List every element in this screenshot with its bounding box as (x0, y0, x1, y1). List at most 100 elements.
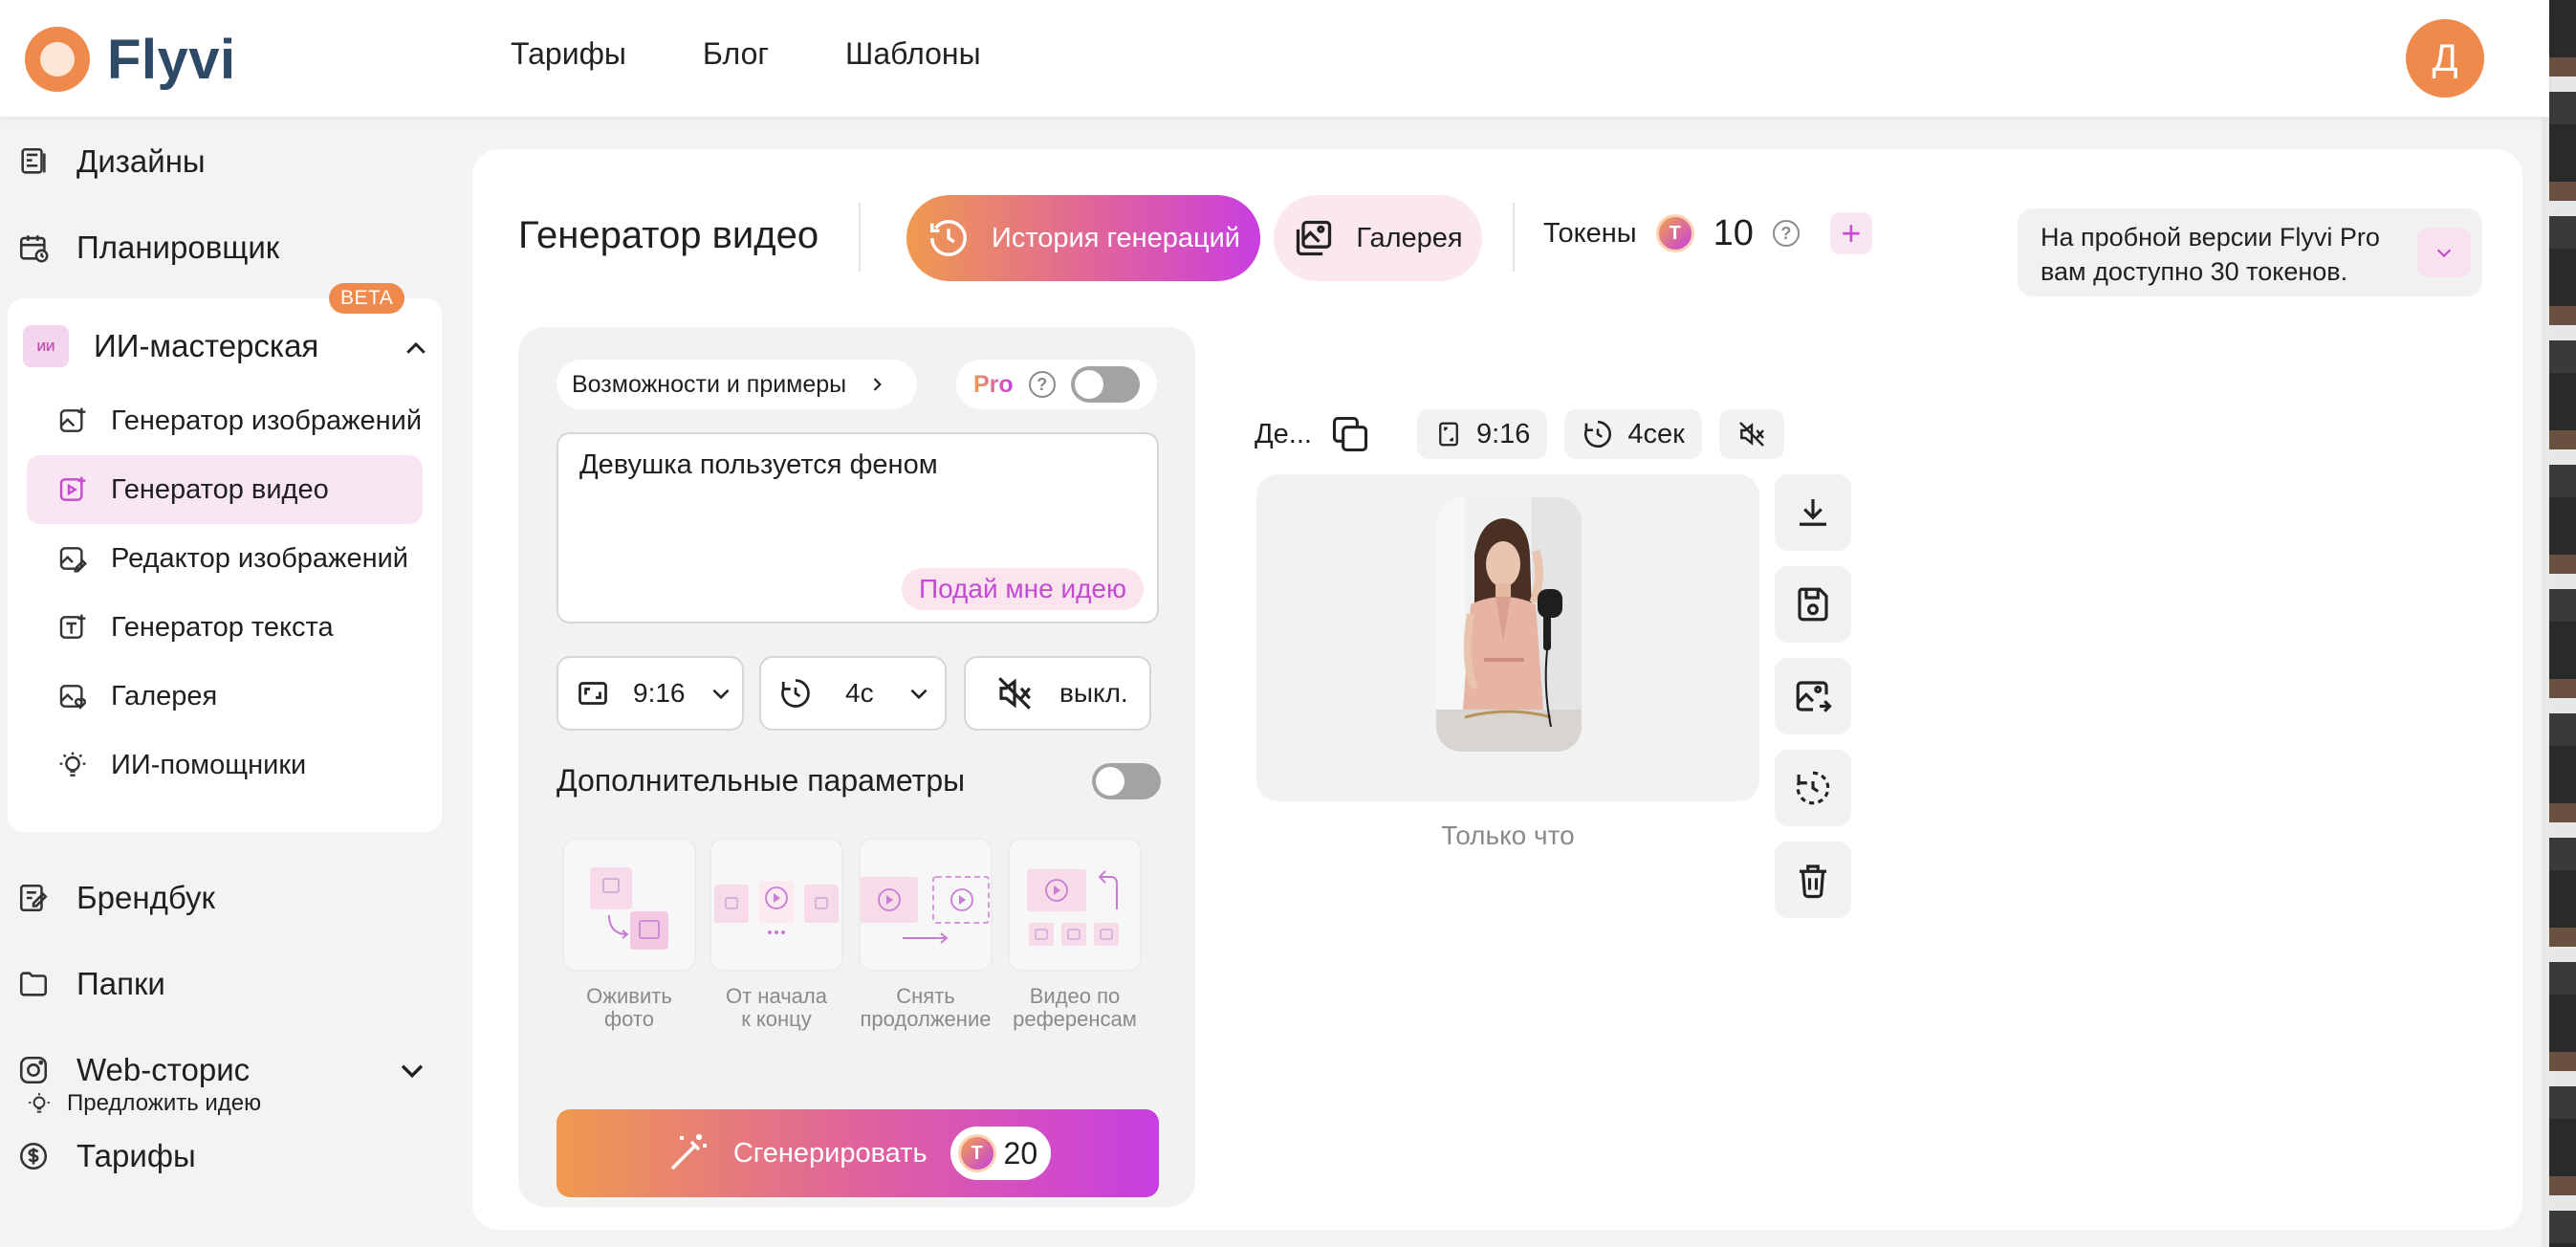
delete-button[interactable] (1775, 842, 1851, 918)
history-restore-button[interactable] (1775, 750, 1851, 826)
sidebar-item-planner[interactable]: Планировщик (17, 230, 279, 266)
sidebar-item-gallery[interactable]: Галерея (27, 662, 423, 731)
help-icon[interactable]: ? (1028, 371, 1056, 398)
mode-reference-video[interactable]: Видео по референсам (1008, 838, 1142, 1031)
result-time: Только что (1441, 820, 1575, 850)
clock-icon (1584, 420, 1612, 448)
mode-continuation[interactable]: Снять продолжение (859, 838, 993, 1031)
image-export-icon (1796, 681, 1832, 712)
aspect-ratio-value: 9:16 (633, 678, 686, 708)
image-plus-icon (59, 407, 86, 432)
prompt-value: Девушка пользуется феном (579, 449, 938, 480)
sound-value: выкл. (1059, 678, 1128, 708)
generate-button[interactable]: Сгенерировать T 20 (557, 1109, 1159, 1197)
page-title: Генератор видео (518, 214, 819, 256)
sidebar-item-text-generator[interactable]: Генератор текста (27, 593, 423, 662)
sidebar-item-brandbook[interactable]: Брендбук (17, 880, 215, 916)
avatar[interactable]: Д (2406, 19, 2484, 98)
sidebar-item-label: Web-сторис (76, 1052, 251, 1087)
clock-icon (781, 679, 810, 708)
sidebar-item-label: Папки (76, 966, 165, 1001)
share-image-button[interactable] (1775, 658, 1851, 734)
mode-label: Оживить фото (586, 984, 672, 1031)
chevron-right-icon (873, 378, 883, 391)
nav-link-blog[interactable]: Блог (703, 36, 769, 72)
advanced-params-toggle[interactable] (1092, 763, 1161, 799)
capabilities-button[interactable]: Возможности и примеры (557, 360, 918, 409)
generate-label: Сгенерировать (732, 1137, 928, 1169)
copy-icon[interactable] (1329, 413, 1371, 455)
sidebar-item-video-generator[interactable]: Генератор видео (27, 455, 423, 524)
mode-animate-photo[interactable]: Оживить фото (562, 838, 696, 1031)
top-header: Flyvi Тарифы Блог Шаблоны Д (0, 0, 2549, 117)
logo[interactable]: Flyvi (25, 27, 236, 92)
video-plus-icon (59, 476, 86, 501)
suggest-idea-label: Предложить идею (67, 1090, 262, 1116)
sidebar-item-designs[interactable]: Дизайны (17, 143, 206, 180)
ai-workshop-header[interactable]: ИИ ИИ-мастерская (23, 325, 318, 367)
save-button[interactable] (1775, 566, 1851, 643)
prompt-textarea[interactable]: Девушка пользуется феном Подай мне идею (557, 432, 1159, 624)
result-duration-chip: 4сек (1564, 409, 1702, 459)
gallery-button[interactable]: Галерея (1274, 195, 1482, 281)
logo-mark-icon (25, 27, 90, 92)
result-aspect-chip: 9:16 (1416, 409, 1548, 459)
time-restore-icon (1796, 771, 1830, 805)
chevron-down-icon (401, 1064, 424, 1079)
gallery-heart-icon (59, 685, 87, 710)
duration-select[interactable]: 4с (759, 656, 947, 731)
result-sound-chip (1718, 409, 1784, 459)
capabilities-label: Возможности и примеры (572, 370, 847, 398)
chevron-up-icon[interactable] (402, 335, 430, 363)
mode-start-to-end[interactable]: От начала к концу (709, 838, 843, 1031)
brandbook-icon (19, 884, 48, 912)
trial-expand-button[interactable] (2417, 228, 2471, 277)
result-preview-card[interactable] (1256, 474, 1759, 801)
folder-icon (19, 972, 48, 996)
token-coin-icon: T (957, 1134, 996, 1172)
instagram-icon (19, 1056, 48, 1084)
trial-text-line2: вам доступно 30 токенов. (2041, 257, 2348, 286)
sidebar-item-pricing[interactable]: Тарифы (17, 1138, 196, 1174)
text-plus-icon (59, 614, 86, 639)
nav-link-pricing[interactable]: Тарифы (511, 36, 626, 72)
history-button[interactable]: История генераций (906, 195, 1260, 281)
lightbulb-icon (59, 752, 86, 777)
pro-toggle-group: Pro ? (956, 360, 1157, 409)
reference-video-icon (1008, 838, 1142, 972)
top-nav: Тарифы Блог Шаблоны (511, 36, 981, 72)
pro-toggle[interactable] (1070, 366, 1140, 403)
advanced-params-label: Дополнительные параметры (557, 763, 966, 798)
mode-label: Видео по референсам (1013, 984, 1137, 1031)
token-coin-icon: T (1655, 214, 1694, 252)
sound-off-icon (1739, 422, 1764, 447)
sidebar-item-image-generator[interactable]: Генератор изображений (27, 386, 423, 455)
add-tokens-button[interactable]: + (1829, 212, 1872, 254)
sidebar-item-label: Галерея (111, 680, 218, 711)
ai-workshop-label: ИИ-мастерская (94, 328, 319, 363)
mode-label: Снять продолжение (860, 984, 992, 1031)
idea-button[interactable]: Подай мне идею (901, 568, 1144, 610)
start-to-end-icon (709, 838, 843, 972)
download-button[interactable] (1775, 474, 1851, 551)
aspect-ratio-select[interactable]: 9:16 (557, 656, 744, 731)
sidebar-item-image-editor[interactable]: Редактор изображений (27, 524, 423, 593)
generation-form: Возможности и примеры Pro ? Девушка поль… (518, 327, 1195, 1207)
nav-link-templates[interactable]: Шаблоны (845, 36, 981, 72)
save-icon (1798, 587, 1828, 622)
help-icon[interactable]: ? (1772, 220, 1800, 247)
sidebar-item-label: Тарифы (76, 1138, 196, 1173)
sidebar-item-ai-assistants[interactable]: ИИ-помощники (27, 731, 423, 799)
tokens-block: Токены T 10 ? + (1543, 212, 1872, 254)
animate-photo-icon (562, 838, 696, 972)
gallery-label: Галерея (1356, 222, 1463, 253)
pro-label: Pro (973, 370, 1014, 398)
sidebar-item-folders[interactable]: Папки (17, 966, 165, 1002)
duration-value: 4с (845, 678, 874, 708)
sidebar-item-web-stories[interactable]: Web-сторис (17, 1052, 428, 1088)
mode-label: От начала к концу (726, 984, 827, 1031)
sound-toggle-button[interactable]: выкл. (964, 656, 1151, 731)
suggest-idea-link[interactable]: Предложить идею (27, 1090, 261, 1117)
result-title: Де... (1255, 418, 1312, 449)
video-thumbnail[interactable] (1436, 497, 1582, 752)
